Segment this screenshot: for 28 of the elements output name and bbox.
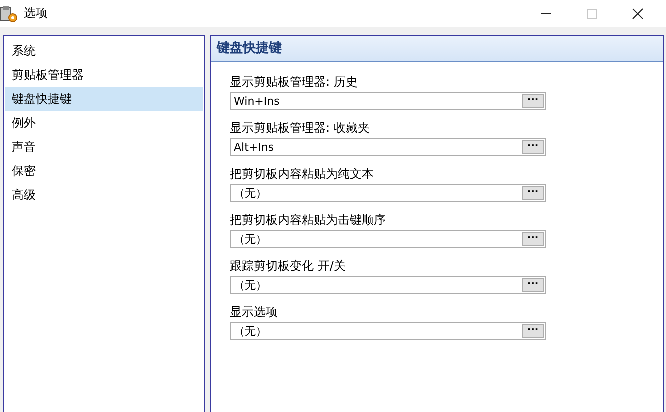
shortcut-field[interactable]: （无） ··· — [230, 322, 546, 340]
sidebar-item[interactable]: 声音 — [5, 135, 203, 159]
shortcut-field[interactable]: （无） ··· — [230, 276, 546, 294]
sidebar-item[interactable]: 系统 — [5, 39, 203, 63]
browse-button[interactable]: ··· — [522, 140, 544, 154]
shortcut-field[interactable]: （无） ··· — [230, 230, 546, 248]
sidebar-item[interactable]: 例外 — [5, 111, 203, 135]
browse-button[interactable]: ··· — [522, 186, 544, 200]
shortcut-field[interactable]: （无） ··· — [230, 184, 546, 202]
field-label: 显示剪贴板管理器: 历史 — [230, 74, 359, 91]
shortcut-field[interactable]: Alt+Ins ··· — [230, 138, 546, 156]
browse-button[interactable]: ··· — [522, 232, 544, 246]
close-icon[interactable] — [632, 8, 644, 20]
sidebar-item[interactable]: 保密 — [5, 159, 203, 183]
browse-button[interactable]: ··· — [522, 94, 544, 108]
field-label: 跟踪剪切板变化 开/关 — [230, 258, 347, 275]
shortcut-field[interactable]: Win+Ins ··· — [230, 92, 546, 110]
field-label: 显示剪贴板管理器: 收藏夹 — [230, 120, 371, 137]
field-label: 显示选项 — [230, 304, 279, 321]
panel-title: 键盘快捷键 — [211, 36, 663, 62]
browse-button[interactable]: ··· — [522, 278, 544, 292]
sidebar-item[interactable]: 高级 — [5, 183, 203, 207]
sidebar-item[interactable]: 键盘快捷键 — [5, 87, 203, 111]
field-label: 把剪切板内容粘贴为纯文本 — [230, 166, 375, 183]
field-label: 把剪切板内容粘贴为击键顺序 — [230, 212, 387, 229]
window-title: 选项 — [24, 5, 48, 22]
browse-button[interactable]: ··· — [522, 324, 544, 338]
sidebar-item[interactable]: 剪贴板管理器 — [5, 63, 203, 87]
